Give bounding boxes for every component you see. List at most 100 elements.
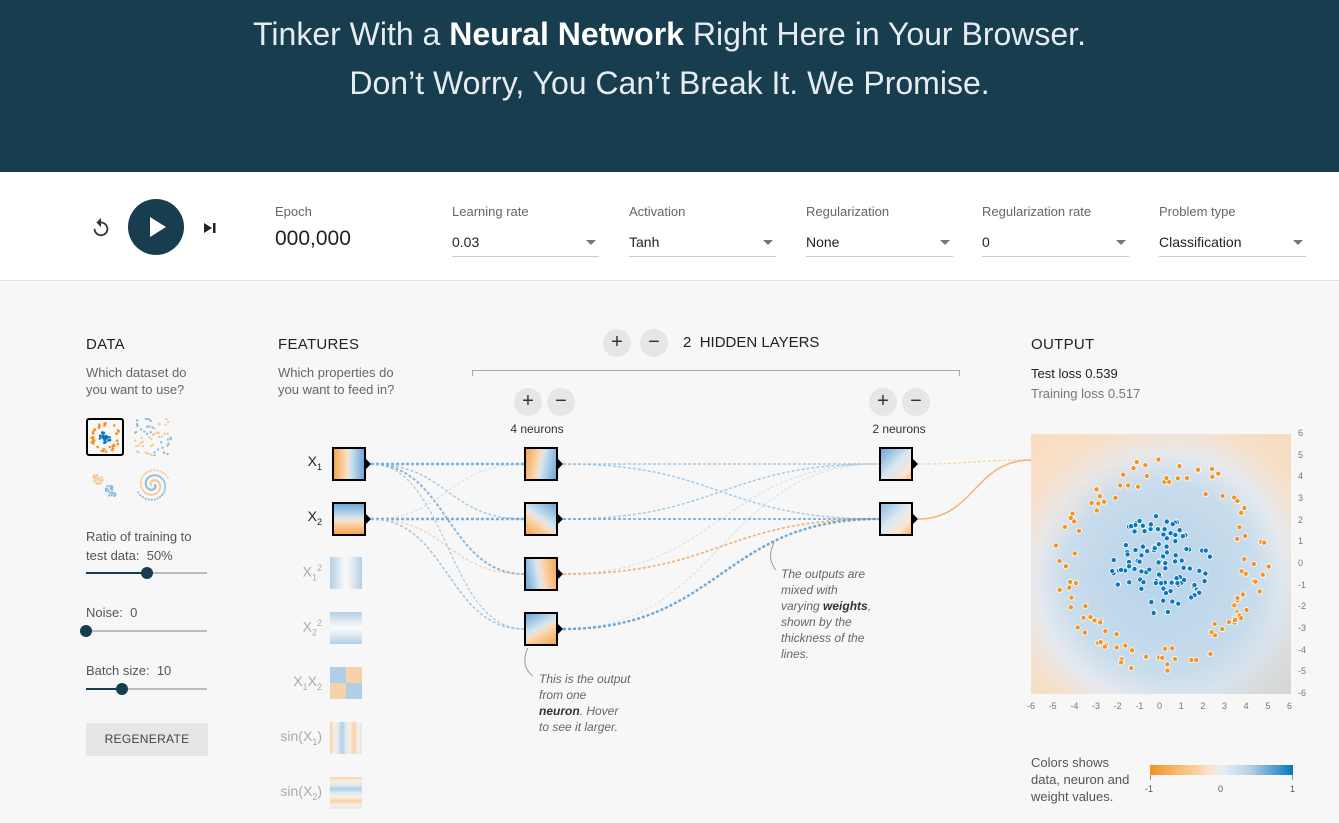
weight-link[interactable]: [370, 518, 525, 630]
data-point-orange: [1071, 550, 1078, 557]
feature-label-x2: X2: [307, 508, 322, 527]
regularization-label: Regularization: [806, 204, 890, 219]
data-point-orange: [1231, 602, 1238, 609]
neuron-1-2[interactable]: [524, 502, 558, 536]
noise-value: 0: [130, 605, 138, 620]
neuron-1-1[interactable]: [524, 447, 558, 481]
data-point-orange: [1074, 624, 1081, 631]
neuron-2-1[interactable]: [879, 447, 913, 481]
step-icon[interactable]: [201, 217, 219, 239]
weight-link[interactable]: [370, 518, 525, 575]
feature-x2[interactable]: [332, 502, 366, 536]
data-point-blue: [1136, 558, 1143, 565]
activation-select[interactable]: Tanh: [629, 232, 776, 257]
epoch-value: 000,000: [275, 227, 351, 250]
add-neuron-layer2-button[interactable]: +: [869, 388, 897, 416]
regularization-select[interactable]: None: [806, 232, 953, 257]
regenerate-button[interactable]: REGENERATE: [86, 723, 208, 756]
weight-link[interactable]: [370, 463, 525, 520]
data-point-blue: [1162, 565, 1169, 572]
regularization-rate-select[interactable]: 0: [982, 232, 1129, 257]
neuron-1-2-tip: [558, 514, 563, 524]
colorbar-min: -1: [1145, 784, 1154, 794]
feature-label-sin-x2: sin(X2): [280, 783, 322, 802]
weight-link[interactable]: [370, 463, 525, 630]
feature-x1-squared[interactable]: [330, 557, 362, 589]
feature-sin-x2[interactable]: [330, 777, 362, 809]
dataset-circle[interactable]: [86, 418, 124, 456]
data-point-blue: [1122, 542, 1129, 549]
feature-x1[interactable]: [332, 447, 366, 481]
x-axis-tick: -6: [1027, 701, 1036, 711]
x-axis-tick: 4: [1243, 701, 1249, 711]
regularization-rate-label: Regularization rate: [982, 204, 1092, 219]
remove-neuron-layer1-button[interactable]: −: [547, 388, 575, 416]
neuron-2-2-tip: [913, 514, 918, 524]
data-point-orange: [1239, 591, 1246, 598]
data-point-orange: [1052, 542, 1059, 549]
ratio-slider[interactable]: [86, 566, 207, 580]
data-point-orange: [1075, 527, 1082, 534]
data-point-orange: [1265, 563, 1272, 570]
slider-thumb[interactable]: [80, 625, 92, 637]
data-point-orange: [1162, 645, 1169, 652]
data-point-orange: [1096, 493, 1103, 500]
weight-link[interactable]: [917, 459, 1032, 465]
x-axis-tick: 1: [1178, 701, 1184, 711]
chevron-down-icon: [1116, 240, 1126, 245]
weight-link[interactable]: [562, 463, 880, 520]
data-point-blue: [1180, 564, 1187, 571]
data-point-blue: [1131, 566, 1138, 573]
slider-thumb[interactable]: [140, 567, 153, 579]
data-point-blue: [1183, 546, 1190, 553]
chevron-down-icon: [586, 240, 596, 245]
neuron-1-3[interactable]: [524, 557, 558, 591]
weight-link[interactable]: [562, 463, 880, 575]
remove-layer-button[interactable]: −: [640, 329, 668, 357]
feature-sin-x1[interactable]: [330, 722, 362, 754]
dataset-spiral[interactable]: [134, 466, 172, 504]
data-point-blue: [1163, 518, 1170, 525]
data-point-blue: [1139, 543, 1146, 550]
reset-icon[interactable]: [90, 217, 112, 239]
remove-neuron-layer2-button[interactable]: −: [902, 388, 930, 416]
chevron-down-icon: [763, 240, 773, 245]
dataset-gauss[interactable]: [86, 466, 124, 504]
weight-link[interactable]: [917, 459, 1032, 520]
problem-type-label: Problem type: [1159, 204, 1236, 219]
add-layer-button[interactable]: +: [603, 329, 631, 357]
annotation-pointer: [524, 647, 534, 677]
noise-slider[interactable]: [80, 624, 207, 638]
data-point-orange: [1113, 644, 1120, 651]
neuron-1-4[interactable]: [524, 612, 558, 646]
header-title: Tinker With a Neural Network Right Here …: [253, 16, 1086, 52]
batch-size-slider[interactable]: [86, 682, 207, 696]
feature-x1x2[interactable]: [330, 667, 362, 699]
data-point-orange: [1135, 483, 1142, 490]
chevron-down-icon: [1293, 240, 1303, 245]
output-heatmap[interactable]: [1031, 434, 1291, 694]
data-point-blue: [1172, 552, 1179, 559]
feature-x2-squared[interactable]: [330, 612, 362, 644]
dataset-xor[interactable]: [134, 418, 172, 456]
play-button[interactable]: [128, 199, 184, 255]
slider-thumb[interactable]: [116, 683, 129, 695]
data-point-orange: [1143, 472, 1150, 479]
neuron-2-2[interactable]: [879, 502, 913, 536]
data-point-blue: [1181, 576, 1188, 583]
weight-link[interactable]: [562, 463, 880, 520]
learning-rate-select[interactable]: 0.03: [452, 232, 599, 257]
data-point-orange: [1066, 584, 1073, 591]
x-axis-tick: -1: [1135, 701, 1144, 711]
problem-type-select[interactable]: Classification: [1159, 232, 1306, 257]
data-point-orange: [1101, 643, 1108, 650]
weight-link[interactable]: [370, 463, 525, 575]
add-neuron-layer1-button[interactable]: +: [514, 388, 542, 416]
colorbar-max: 1: [1290, 784, 1296, 794]
data-point-blue: [1127, 523, 1134, 530]
y-axis-tick: -4: [1298, 644, 1307, 655]
data-point-blue: [1169, 598, 1176, 605]
data-point-orange: [1120, 471, 1127, 478]
data-point-orange: [1067, 514, 1074, 521]
weight-link[interactable]: [370, 463, 525, 520]
